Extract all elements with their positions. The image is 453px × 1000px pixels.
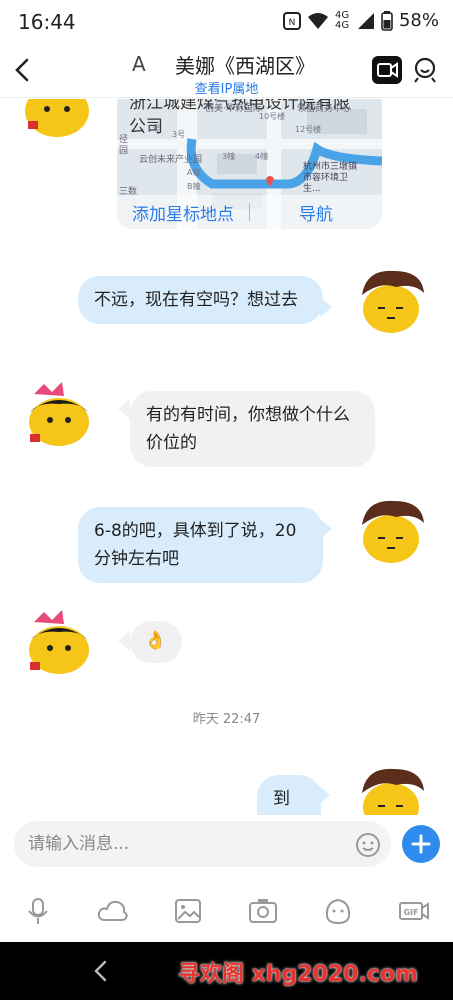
mic-icon[interactable] [22, 896, 54, 926]
map-label: 4幢 [255, 152, 269, 161]
navigate-button[interactable]: 导航 [250, 200, 382, 225]
composer [0, 815, 453, 875]
system-nav-bar: 寻欢阁 xhg2020.com [0, 942, 453, 1000]
map-label: 3幢 [222, 152, 236, 161]
map-label: B幢 [187, 182, 201, 191]
bubble-tail [118, 631, 130, 651]
message-bubble-sent[interactable]: 到了 [257, 775, 321, 819]
map-label: A幢 [187, 168, 201, 177]
add-star-location-button[interactable]: 添加星标地点 [117, 200, 249, 225]
image-icon[interactable] [172, 896, 204, 926]
my-avatar[interactable] [356, 265, 426, 335]
svg-text:GIF: GIF [403, 908, 418, 917]
status-time: 16:44 [18, 10, 76, 34]
location-card[interactable]: 浙江城建煤气热电设计院有限 公司 创美·华彩国际 领富商务中心 云创未来产业园 … [117, 99, 382, 229]
status-icons: N 4G 4G 58% [282, 9, 439, 31]
map-label: 领富商务中心 [297, 104, 352, 114]
map-label: 杭州市三墩镇市容环境卫生... [303, 162, 358, 194]
bubble-tail [118, 399, 130, 419]
video-call-button[interactable] [372, 56, 402, 84]
my-avatar[interactable] [356, 763, 426, 819]
message-bubble-received[interactable]: 有的有时间，你想做个什么价位的 [130, 391, 375, 467]
message-timestamp: 昨天 22:47 [192, 712, 261, 727]
watermark: 寻欢阁 xhg2020.com [178, 962, 418, 987]
gif-icon[interactable]: GIF [398, 896, 430, 926]
chat-header: A 美娜《西湖区》 查看IP属地 [0, 44, 453, 98]
sticker-icon[interactable] [322, 896, 354, 926]
svg-text:N: N [289, 18, 296, 28]
contact-avatar[interactable] [24, 378, 94, 448]
camera-icon[interactable] [247, 896, 279, 926]
map-pin-icon [266, 176, 274, 187]
bubble-tail [320, 297, 332, 317]
location-actions: 添加星标地点 导航 [117, 195, 382, 229]
bubble-tail [318, 785, 330, 805]
battery-icon [381, 10, 393, 31]
map-label: 12号楼 [295, 125, 322, 134]
message-bubble-received[interactable]: 👌 [130, 621, 182, 663]
battery-level: 58% [398, 10, 439, 31]
plus-icon [411, 834, 431, 854]
wifi-icon [307, 12, 328, 29]
status-bar: 16:44 N 4G 4G 58% [0, 0, 453, 44]
map-label: 径园 [119, 135, 129, 156]
bubble-tail [320, 519, 332, 539]
contact-avatar[interactable] [24, 606, 94, 676]
contact-prefix: A [132, 52, 146, 76]
input-toolbar: GIF [0, 880, 453, 942]
nfc-icon: N [282, 11, 301, 30]
cloud-icon[interactable] [97, 896, 129, 926]
my-avatar[interactable] [356, 495, 426, 565]
profile-icon [414, 57, 436, 83]
contact-name[interactable]: 美娜《西湖区》 [175, 50, 315, 79]
map-label: 云创未来产业园 [139, 155, 203, 165]
message-bubble-sent[interactable]: 不远，现在有空吗？想过去 [78, 276, 323, 324]
profile-button[interactable] [412, 56, 438, 84]
map-label: 创美·华彩国际 [205, 104, 262, 114]
emoji-icon[interactable] [355, 832, 381, 858]
contact-avatar[interactable] [22, 99, 92, 139]
map-label: 3号 [172, 130, 186, 139]
more-actions-button[interactable] [402, 825, 440, 863]
message-list[interactable]: 浙江城建煤气热电设计院有限 公司 创美·华彩国际 领富商务中心 云创未来产业园 … [0, 99, 453, 819]
signal-icon [357, 12, 374, 29]
map-label: 1号 [147, 124, 161, 133]
message-input[interactable] [14, 821, 391, 867]
message-bubble-sent[interactable]: 6-8的吧，具体到了说，20分钟左右吧 [78, 507, 323, 583]
nav-back-icon[interactable] [93, 960, 109, 982]
network-label: 4G 4G [334, 9, 350, 31]
video-icon [377, 62, 398, 78]
map-label: 10号楼 [259, 112, 286, 121]
